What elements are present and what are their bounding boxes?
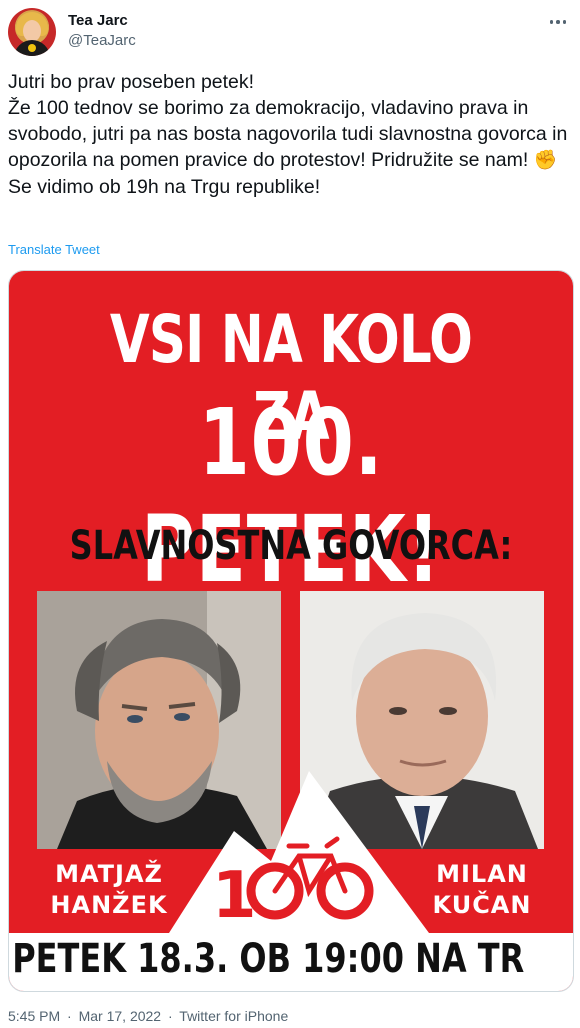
- fist-emoji: ✊: [533, 150, 558, 171]
- avatar[interactable]: [8, 8, 56, 56]
- user-handle[interactable]: @TeaJarc: [68, 31, 136, 51]
- speaker-left-name: MATJAŽ HANŽEK: [39, 859, 179, 921]
- speaker-right-name: MILAN KUČAN: [407, 859, 557, 921]
- speaker-right-first: MILAN: [436, 860, 528, 888]
- more-icon[interactable]: [544, 12, 572, 32]
- poster-date-line: PETEK 18.3. OB 19:00 NA TR: [12, 936, 525, 982]
- tweet-source: Twitter for iPhone: [179, 1008, 289, 1024]
- tweet-text-part1: Jutri bo prav poseben petek! Že 100 tedn…: [8, 71, 568, 171]
- meta-separator: ·: [167, 1008, 173, 1024]
- translate-tweet-link[interactable]: Translate Tweet: [8, 242, 100, 257]
- speaker-right-last: KUČAN: [432, 891, 532, 919]
- tweet-header: Tea Jarc @TeaJarc: [8, 8, 572, 60]
- display-name[interactable]: Tea Jarc: [68, 11, 136, 31]
- tweet-meta: 5:45 PM · Mar 17, 2022 · Twitter for iPh…: [8, 1008, 288, 1024]
- protest-poster: VSI NA KOLO ZA 100. PETEK! SLAVNOSTNA GO…: [9, 271, 573, 991]
- tweet-date[interactable]: Mar 17, 2022: [79, 1008, 162, 1024]
- meta-separator: ·: [67, 1008, 72, 1024]
- speaker-left-last: HANŽEK: [50, 891, 168, 919]
- author-names: Tea Jarc @TeaJarc: [68, 11, 136, 51]
- tweet-media[interactable]: VSI NA KOLO ZA 100. PETEK! SLAVNOSTNA GO…: [8, 270, 574, 992]
- tweet-time[interactable]: 5:45 PM: [8, 1008, 60, 1024]
- speaker-left-first: MATJAŽ: [55, 860, 163, 888]
- tweet-text: Jutri bo prav poseben petek! Že 100 tedn…: [8, 69, 574, 200]
